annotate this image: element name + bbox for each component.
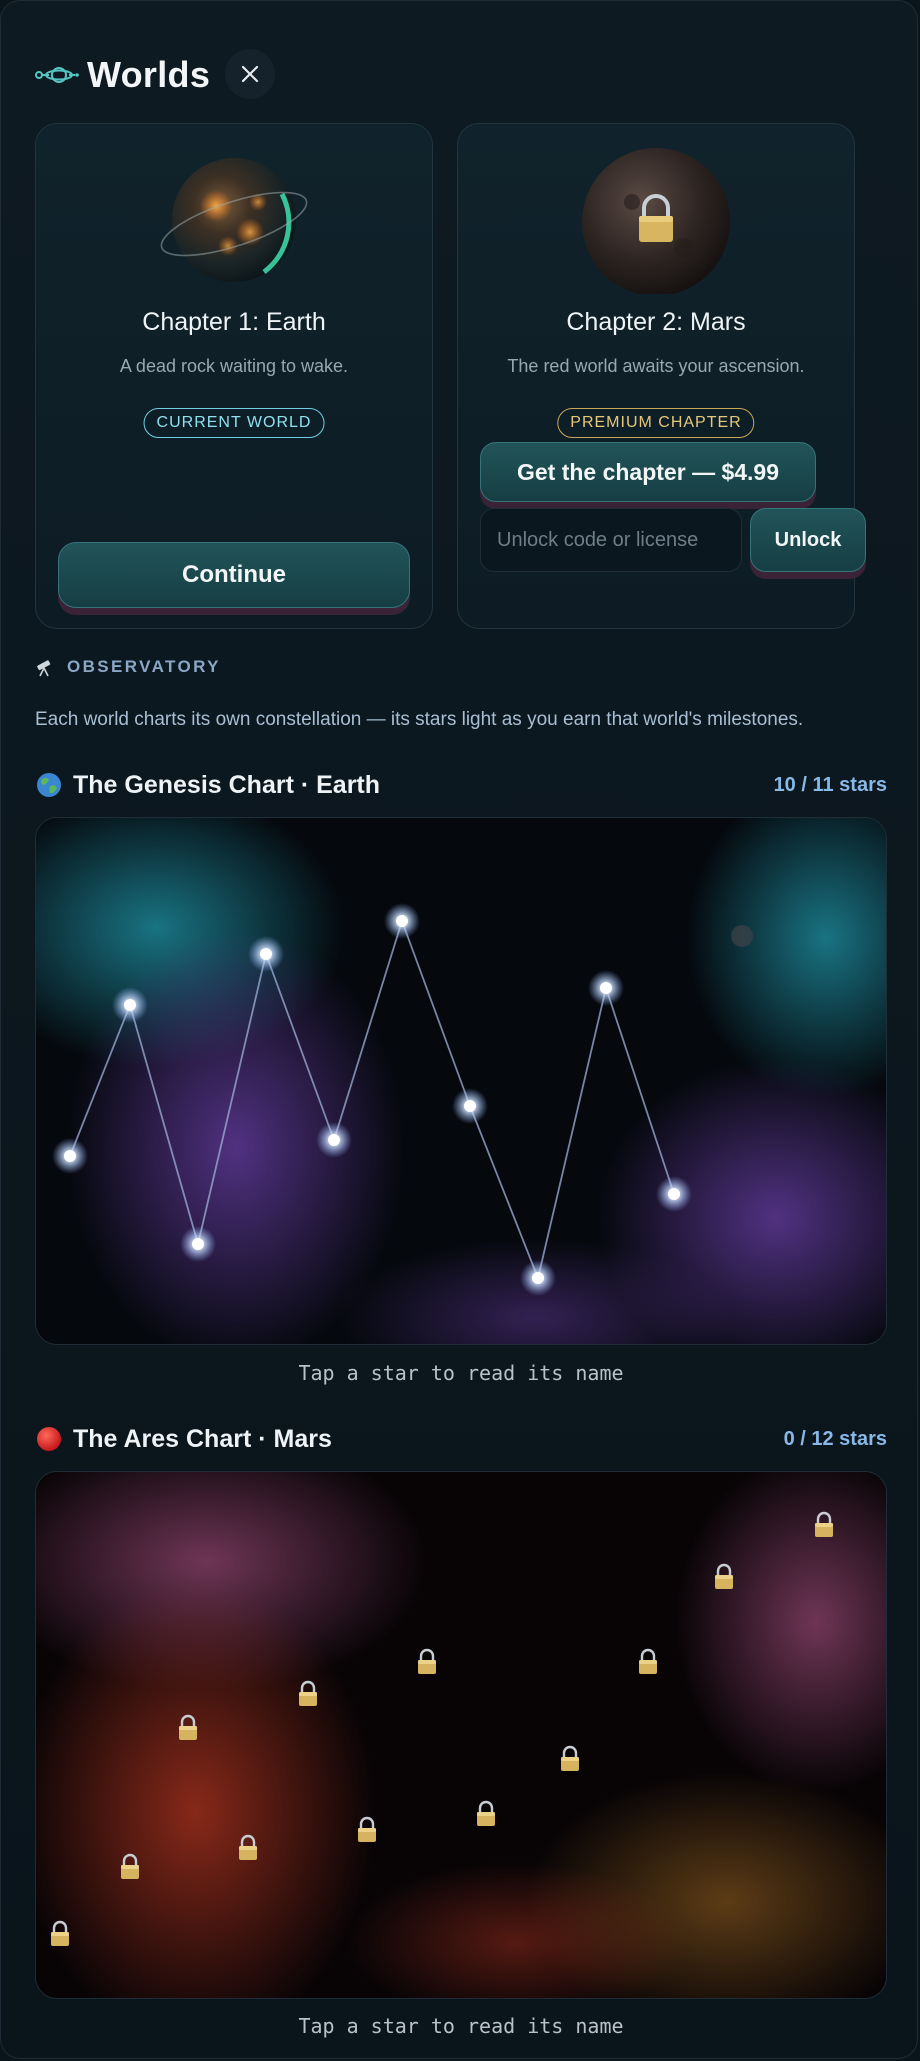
unlock-button[interactable]: Unlock — [750, 508, 866, 572]
page-title: Worlds — [87, 54, 211, 95]
observatory-heading: OBSERVATORY — [67, 657, 221, 676]
telescope-icon — [37, 660, 51, 677]
chapter-card-mars: Chapter 2: Mars The red world awaits you… — [457, 123, 866, 629]
constellation-title: The Genesis Chart · Earth — [73, 770, 381, 799]
constellation-header-mars: The Ares Chart · Mars 0 / 12 stars — [35, 1419, 887, 1459]
lit-star[interactable] — [112, 987, 148, 1023]
globe-icon — [35, 771, 63, 799]
observatory-description: Each world charts its own constellation … — [35, 709, 804, 730]
chapter-description: A dead rock waiting to wake. — [119, 356, 349, 376]
ares-chart — [35, 1471, 887, 1999]
chart-hint: Tap a star to read its name — [298, 1361, 624, 1385]
current-world-badge: CURRENT WORLD — [143, 408, 325, 438]
lit-star[interactable] — [588, 970, 624, 1006]
constellation-title: The Ares Chart · Mars — [73, 1424, 332, 1453]
red-circle-icon — [35, 1425, 63, 1453]
unlit-star[interactable] — [731, 925, 753, 947]
orbit-logo-icon — [35, 63, 79, 87]
genesis-chart — [35, 817, 887, 1345]
lit-star[interactable] — [520, 1260, 556, 1296]
lit-star[interactable] — [452, 1088, 488, 1124]
chapter-title: Chapter 2: Mars — [566, 308, 746, 336]
star-count: 0 / 12 stars — [783, 1427, 887, 1450]
close-icon — [241, 65, 259, 83]
lit-star[interactable] — [52, 1138, 88, 1174]
header: Worlds — [35, 47, 275, 103]
lit-star[interactable] — [180, 1226, 216, 1262]
observatory-label: OBSERVATORY — [35, 657, 221, 677]
star-count: 10 / 11 stars — [773, 773, 887, 796]
lit-star[interactable] — [656, 1176, 692, 1212]
mars-planet-image — [576, 144, 736, 296]
premium-chapter-badge: PREMIUM CHAPTER — [557, 408, 755, 438]
constellation-header-earth: The Genesis Chart · Earth 10 / 11 stars — [35, 765, 887, 805]
lit-star[interactable] — [316, 1122, 352, 1158]
chart-hint: Tap a star to read its name — [298, 2014, 624, 2038]
earth-planet-image — [154, 144, 314, 294]
continue-button[interactable]: Continue — [58, 542, 410, 608]
chapter-description: The red world awaits your ascension. — [507, 356, 805, 376]
chapter-card-earth: Chapter 1: Earth A dead rock waiting to … — [35, 123, 433, 629]
unlock-code-input[interactable] — [480, 508, 742, 572]
lit-star[interactable] — [384, 903, 420, 939]
lit-star[interactable] — [248, 936, 284, 972]
buy-chapter-button[interactable]: Get the chapter — $4.99 — [480, 442, 816, 502]
worlds-panel: Worlds Chapter 1: Earth A dead rock wait… — [0, 0, 918, 2059]
chapter-title: Chapter 1: Earth — [142, 308, 326, 336]
close-button[interactable] — [225, 49, 275, 99]
